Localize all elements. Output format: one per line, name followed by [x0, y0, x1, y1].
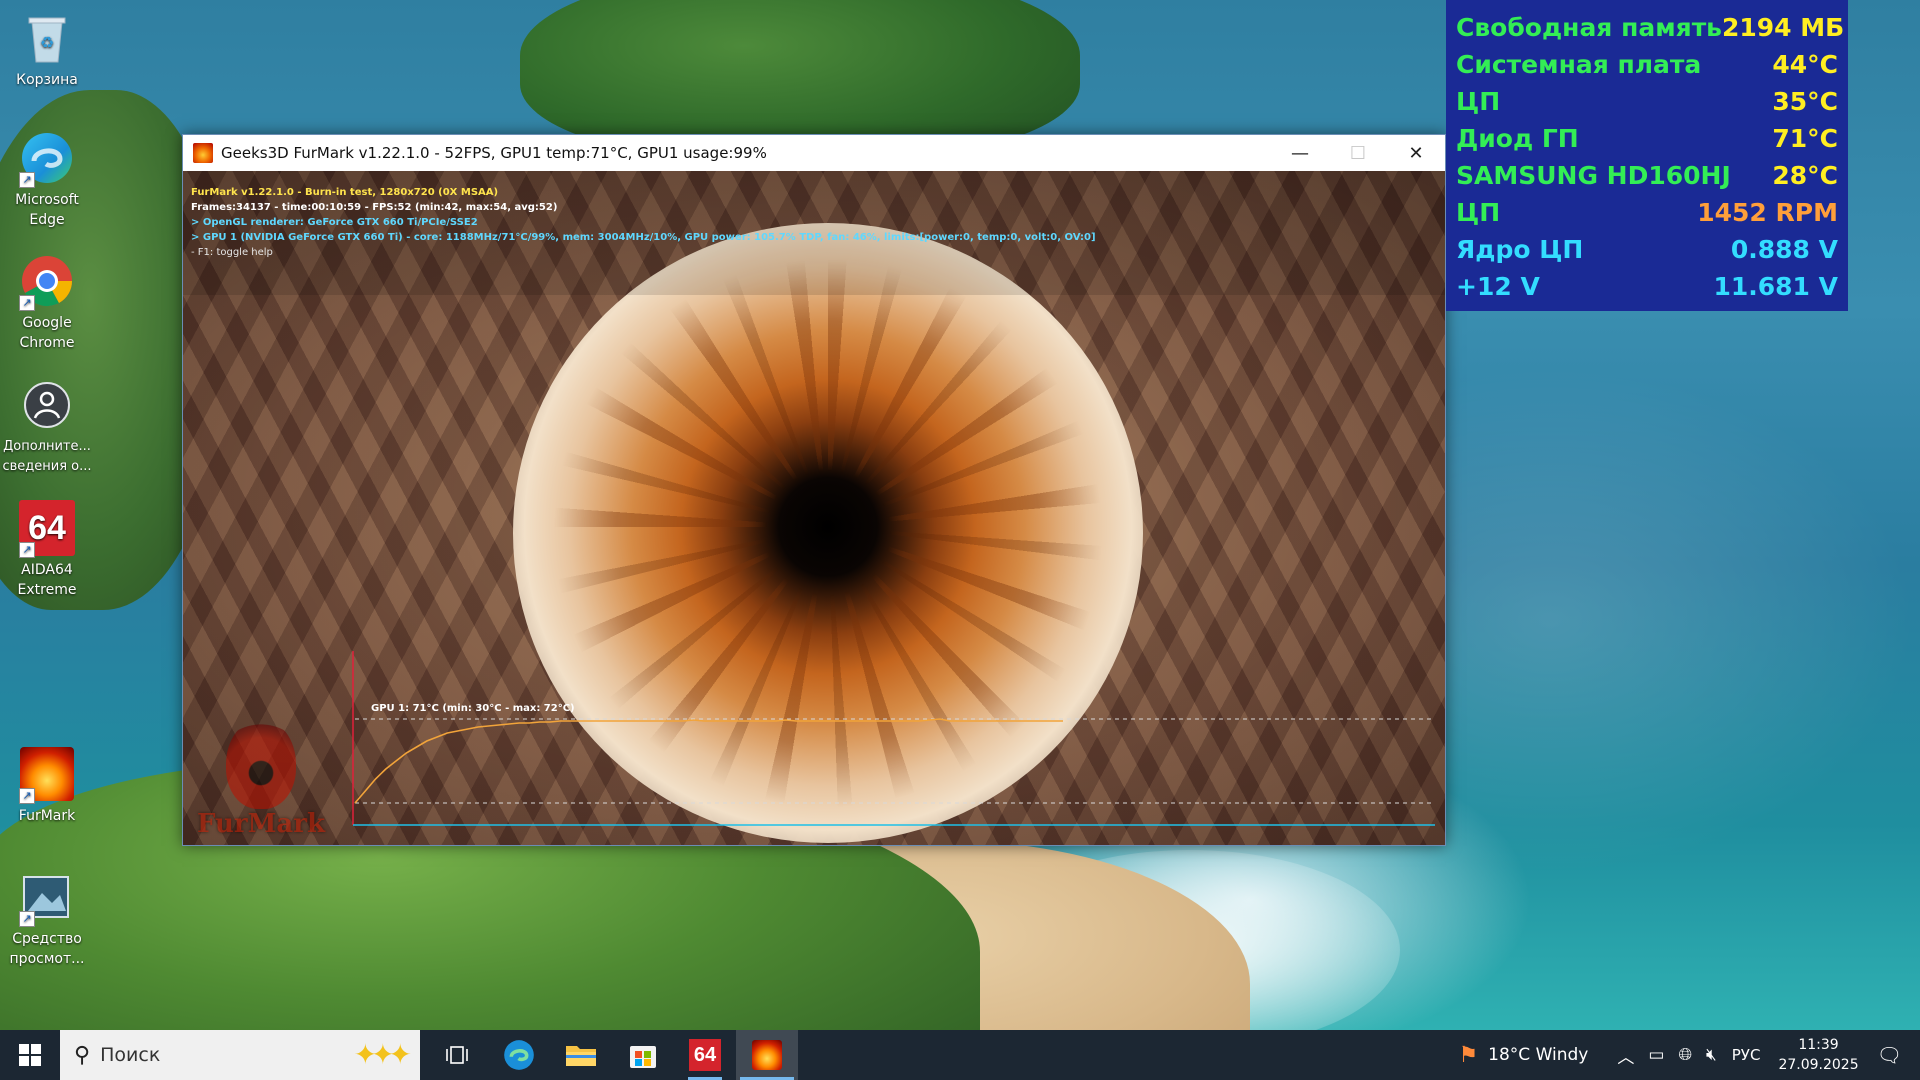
sensor-value: 0.888 V [1730, 235, 1838, 264]
device-icon[interactable]: ▭ [1648, 1045, 1664, 1065]
shortcut-arrow-icon: ↗ [19, 788, 35, 804]
taskbar-store[interactable] [612, 1030, 674, 1080]
sensor-label: +12 V [1456, 272, 1540, 301]
chrome-icon: ↗ [17, 251, 77, 311]
edge-icon [504, 1040, 534, 1070]
sensor-value: 2194 МБ [1722, 13, 1845, 42]
sensor-value: 1452 RPM [1697, 198, 1838, 227]
taskbar-edge[interactable] [488, 1030, 550, 1080]
sensor-value: 71°C [1772, 124, 1838, 153]
desktop-icon-additional-info[interactable]: Дополните... сведения о... [0, 375, 94, 477]
windows-logo-icon [19, 1044, 41, 1066]
sensor-value: 11.681 V [1713, 272, 1838, 301]
sensor-value: 28°C [1772, 161, 1838, 190]
furmark-render-viewport[interactable]: FurMark v1.22.1.0 - Burn-in test, 1280x7… [183, 171, 1445, 845]
sensor-row-hdd-temp: SAMSUNG HD160HJ 28°C [1456, 157, 1838, 194]
desktop-icon-edge[interactable]: ↗ Microsoft Edge [0, 128, 94, 230]
furmark-icon [752, 1040, 782, 1070]
desktop-icon-label: Корзина [16, 72, 78, 88]
shortcut-arrow-icon: ↗ [19, 172, 35, 188]
shortcut-arrow-icon: ↗ [19, 542, 35, 558]
weather-wind-icon: ⚑ [1458, 1042, 1479, 1068]
task-view-icon [446, 1046, 468, 1064]
aida64-icon: 64 [689, 1039, 721, 1071]
desktop-icon-label: AIDA64 Extreme [17, 562, 77, 598]
shortcut-arrow-icon: ↗ [19, 911, 35, 927]
start-button[interactable] [0, 1030, 60, 1080]
window-title: Geeks3D FurMark v1.22.1.0 - 52FPS, GPU1 … [221, 144, 767, 162]
desktop-icon-recycle-bin[interactable]: ♻ Корзина [0, 8, 94, 90]
sensor-row-12v: +12 V 11.681 V [1456, 268, 1838, 305]
search-placeholder: Поиск [100, 1044, 161, 1066]
speaker-muted-icon[interactable]: 🔇︎ [1706, 1045, 1717, 1065]
tray-weather[interactable]: ⚑ 18°C Windy [1458, 1043, 1588, 1068]
aida64-sensor-panel: Свободная память 2194 МБ Системная плата… [1446, 0, 1848, 311]
sensor-label: Ядро ЦП [1456, 235, 1584, 264]
recycle-bin-icon: ♻ [17, 8, 77, 68]
network-globe-icon[interactable]: 🌐︎ [1678, 1045, 1692, 1065]
search-highlight-sparkle-icon: ✦✦✦ [353, 1038, 412, 1071]
clock-date: 27.09.2025 [1778, 1057, 1859, 1073]
desktop-icon-aida64[interactable]: 64 ↗ AIDA64 Extreme [0, 498, 94, 600]
window-titlebar[interactable]: Geeks3D FurMark v1.22.1.0 - 52FPS, GPU1 … [183, 135, 1445, 171]
taskbar: ⚲ Поиск ✦✦✦ 64 ⚑ 18°C Windy ︿ ▭ 🌐︎ 🔇︎ РУ… [0, 1030, 1920, 1080]
search-icon: ⚲ [74, 1042, 91, 1068]
sensor-row-free-memory: Свободная память 2194 МБ [1456, 9, 1844, 46]
folder-icon [566, 1046, 596, 1066]
gpu-temp-graph: GPU 1: 71°C (min: 30°C - max: 72°C) [352, 651, 1435, 826]
sensor-row-cpu-core-voltage: Ядро ЦП 0.888 V [1456, 231, 1838, 268]
desktop-icon-furmark[interactable]: ↗ FurMark [0, 744, 94, 826]
taskbar-file-explorer[interactable] [550, 1030, 612, 1080]
sensor-label: SAMSUNG HD160HJ [1456, 161, 1731, 190]
desktop-icon-chrome[interactable]: ↗ Google Chrome [0, 251, 94, 353]
taskbar-furmark[interactable] [736, 1030, 798, 1080]
desktop-icon-viewer[interactable]: ↗ Средство просмот... [0, 867, 94, 969]
sensor-value: 44°C [1772, 50, 1838, 79]
edge-icon: ↗ [17, 128, 77, 188]
sensor-row-gpu-diode: Диод ГП 71°C [1456, 120, 1838, 157]
notification-center-icon[interactable]: 🗨︎ [1877, 1043, 1902, 1067]
taskbar-search[interactable]: ⚲ Поиск ✦✦✦ [60, 1030, 420, 1080]
sensor-value: 35°C [1772, 87, 1838, 116]
desktop-icon-label: Средство просмот... [9, 931, 85, 967]
sensor-label: Свободная память [1456, 13, 1722, 42]
minimize-button[interactable]: — [1271, 135, 1329, 171]
sensor-row-cpu-temp: ЦП 35°C [1456, 83, 1838, 120]
svg-text:♻: ♻ [40, 33, 54, 52]
clock-time: 11:39 [1798, 1037, 1839, 1053]
taskbar-aida64[interactable]: 64 [674, 1030, 736, 1080]
show-hidden-icons-chevron-icon[interactable]: ︿ [1617, 1043, 1634, 1068]
system-tray: ⚑ 18°C Windy ︿ ▭ 🌐︎ 🔇︎ РУС 11:39 27.09.2… [1458, 1030, 1920, 1080]
tray-clock[interactable]: 11:39 27.09.2025 [1778, 1035, 1858, 1075]
desktop-icon-label: Microsoft Edge [15, 192, 79, 228]
graph-label: GPU 1: 71°C (min: 30°C - max: 72°C) [371, 703, 575, 714]
maximize-button[interactable]: ☐ [1329, 135, 1387, 171]
furmark-icon: ↗ [17, 744, 77, 804]
sensor-label: ЦП [1456, 87, 1501, 116]
desktop-icon-label: Дополните... сведения о... [2, 439, 92, 474]
shortcut-arrow-icon: ↗ [19, 295, 35, 311]
gpu-temp-series-line [354, 718, 1063, 804]
desktop-icon-label: FurMark [18, 808, 76, 824]
desktop-icon-label: Google Chrome [19, 315, 75, 351]
sensor-label: ЦП [1456, 198, 1501, 227]
store-icon [630, 1046, 656, 1068]
taskbar-task-view[interactable] [426, 1030, 488, 1080]
sensor-row-motherboard-temp: Системная плата 44°C [1456, 46, 1838, 83]
sensor-label: Диод ГП [1456, 124, 1579, 153]
sensor-row-cpu-fan: ЦП 1452 RPM [1456, 194, 1838, 231]
sensor-label: Системная плата [1456, 50, 1702, 79]
furmark-window[interactable]: Geeks3D FurMark v1.22.1.0 - 52FPS, GPU1 … [182, 134, 1446, 846]
aida64-icon: 64 ↗ [17, 498, 77, 558]
close-button[interactable]: ✕ [1387, 135, 1445, 171]
furmark-app-icon [193, 143, 213, 163]
input-language-indicator[interactable]: РУС [1732, 1046, 1761, 1064]
viewer-icon: ↗ [17, 867, 77, 927]
info-icon [17, 375, 77, 435]
weather-text: 18°C Windy [1488, 1045, 1589, 1065]
